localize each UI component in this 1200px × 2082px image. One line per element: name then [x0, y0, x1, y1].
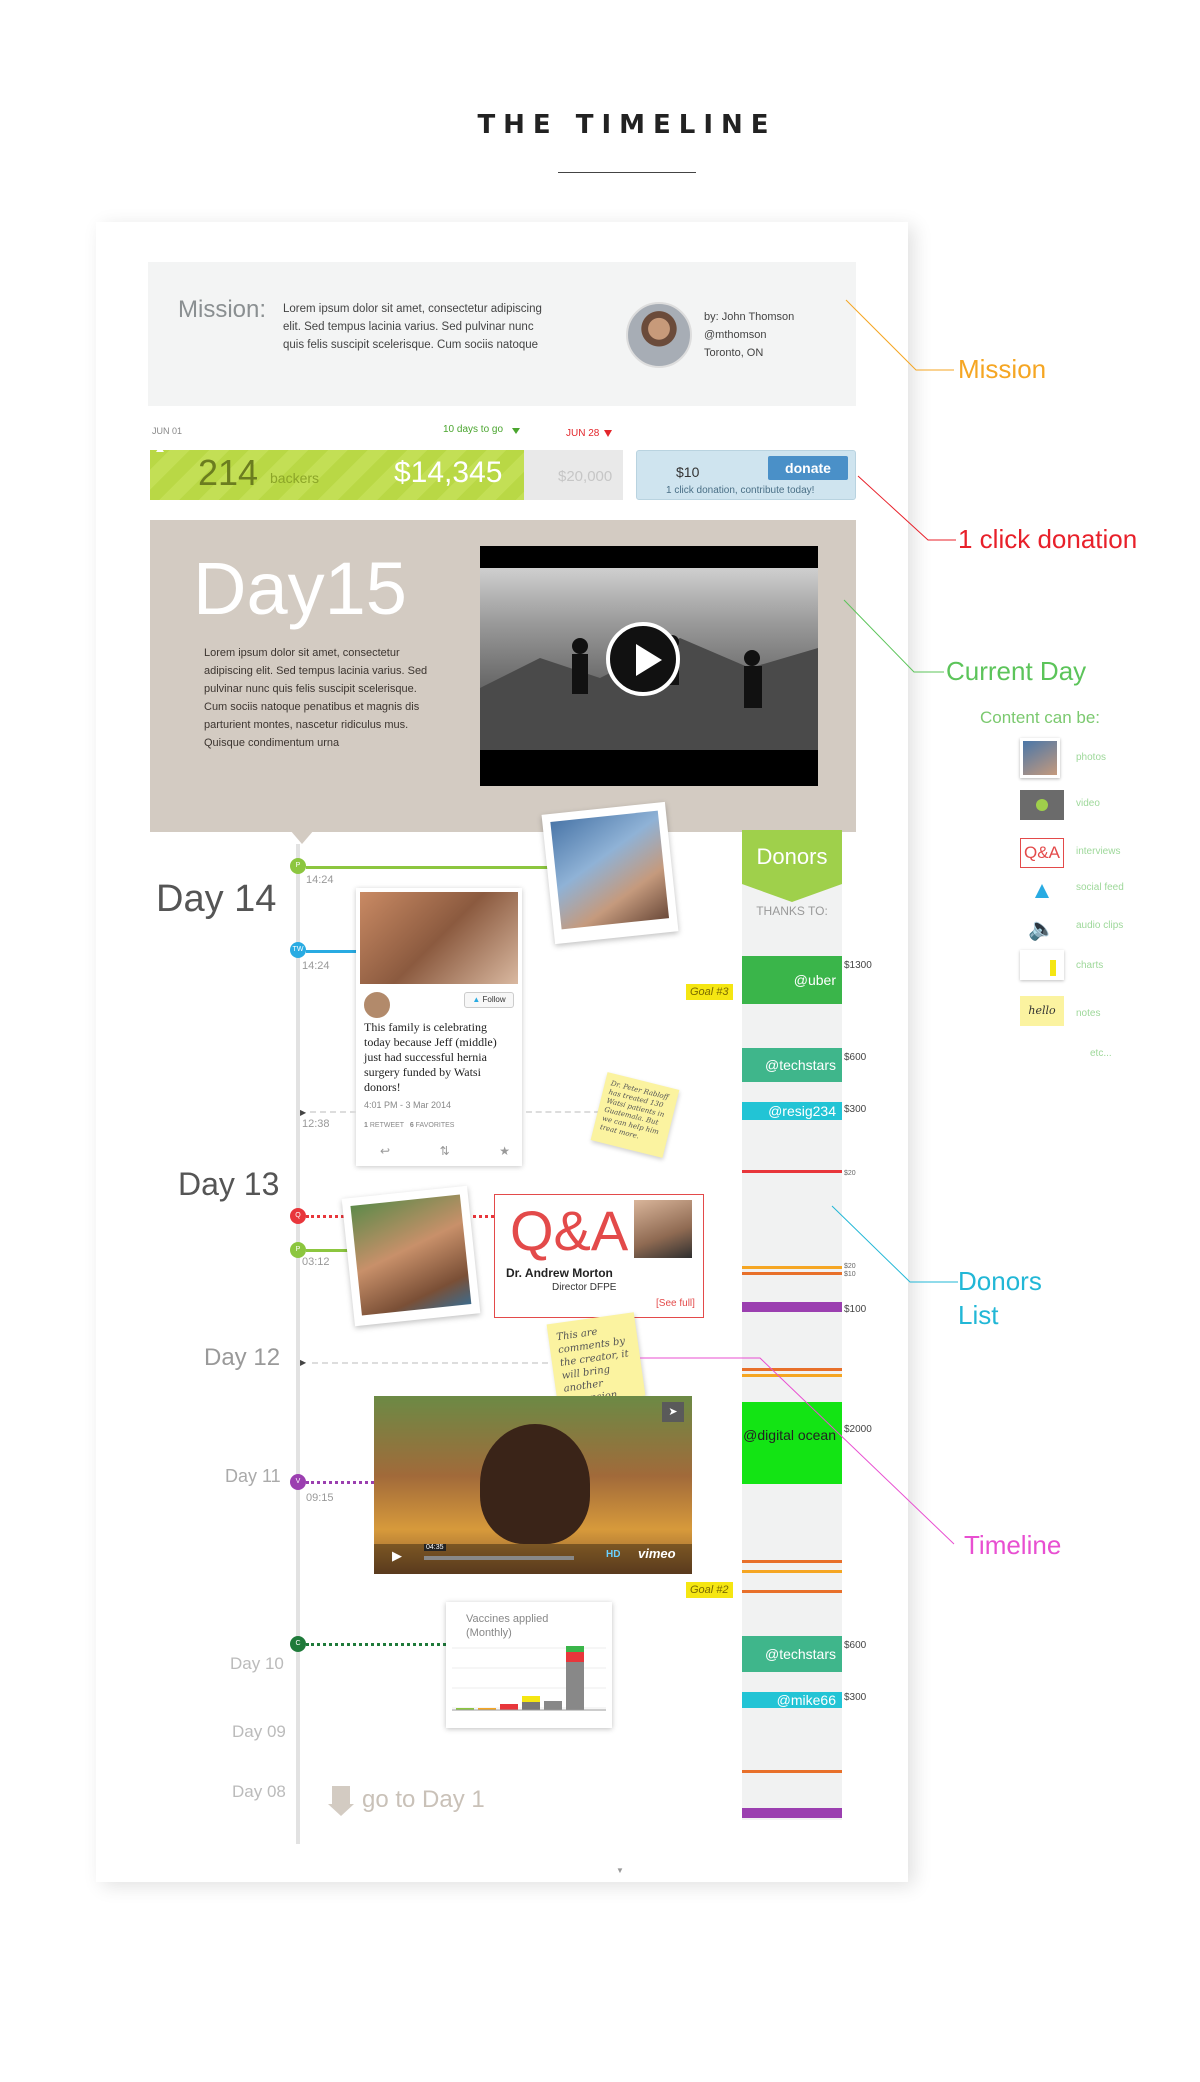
legend-label: audio clips [1076, 920, 1124, 931]
annotation-leaders [640, 299, 958, 1545]
annotation-timeline: Timeline [964, 1530, 1062, 1560]
legend-heading: Content can be: [980, 708, 1101, 727]
video-icon [1020, 790, 1064, 820]
legend-label: video [1076, 798, 1100, 809]
interviews-icon: Q&A [1020, 838, 1064, 868]
chart-icon-bar [1050, 960, 1056, 976]
legend-label: etc... [1090, 1048, 1112, 1059]
chart-icon [1020, 950, 1064, 980]
legend-label: interviews [1076, 846, 1121, 857]
annotation-donors-list: Donors List [958, 1266, 1042, 1330]
legend-label: charts [1076, 960, 1104, 971]
legend-label: social feed [1076, 882, 1124, 893]
speaker-icon: 🔈 [1028, 916, 1056, 941]
legend-label: photos [1076, 752, 1107, 763]
annotation-current-day: Current Day [946, 656, 1087, 686]
photos-icon [1020, 738, 1060, 778]
legend-label: notes [1076, 1008, 1101, 1019]
annotation-donation: 1 click donation [958, 524, 1138, 554]
notes-icon: hello [1020, 996, 1064, 1026]
twitter-bird-icon: ▲ [1030, 877, 1054, 904]
annotation-mission: Mission [958, 354, 1047, 384]
video-play-dot [1036, 799, 1048, 811]
